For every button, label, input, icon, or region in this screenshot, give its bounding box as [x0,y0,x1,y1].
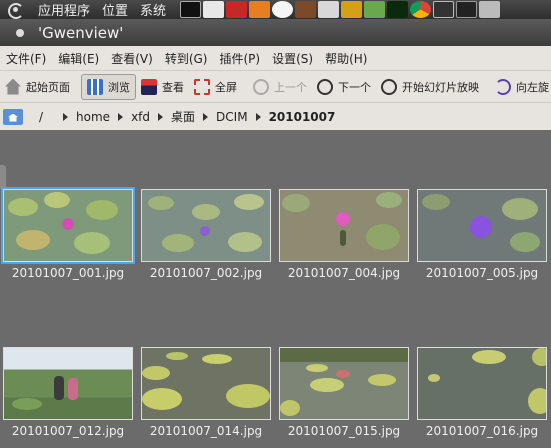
filezilla-launcher-icon[interactable] [226,1,248,18]
previous-icon [253,78,269,95]
home-icon [5,78,21,95]
menubar: 文件(F) 编辑(E) 查看(V) 转到(G) 插件(P) 设置(S) 帮助(H… [0,46,551,70]
next-label: 下一个 [338,80,371,94]
breadcrumb-root[interactable]: / [35,110,47,124]
thumbnail-item[interactable]: 20101007_005.jpg [416,188,548,280]
thumbnail-item[interactable]: 20101007_012.jpg [2,346,134,438]
menu-file[interactable]: 文件(F) [0,50,52,67]
breadcrumb-arrow-icon[interactable] [63,112,69,121]
breadcrumb-home[interactable]: home [72,110,114,124]
breadcrumb-dcim[interactable]: DCIM [212,110,252,124]
thumbnail-filename: 20101007_005.jpg [425,266,539,280]
menu-plugins[interactable]: 插件(P) [213,50,266,67]
breadcrumb-arrow-icon[interactable] [255,112,261,121]
thumbnail-item[interactable]: 20101007_014.jpg [140,346,272,438]
breadcrumb-arrow-icon[interactable] [158,112,164,121]
thumbnail-filename: 20101007_002.jpg [149,266,263,280]
fullscreen-button[interactable]: 全屏 [189,74,242,100]
previous-button[interactable]: 上一个 [248,74,312,100]
breadcrumb-arrow-icon[interactable] [203,112,209,121]
terminal-launcher-icon[interactable] [180,1,202,18]
next-button[interactable]: 下一个 [312,74,376,100]
thumbnail-view[interactable]: 20101007_001.jpg 20101007_002.jpg 201010… [0,130,551,448]
thumbnail-image [1,187,135,264]
thumbnail-image [279,189,409,262]
thumbnail-image [417,189,547,262]
thumbnail-filename: 20101007_012.jpg [11,424,125,438]
ruler-launcher-icon[interactable] [341,1,363,18]
thumbnail-filename: 20101007_014.jpg [149,424,263,438]
thumbnail-item[interactable]: 20101007_016.jpg [416,346,548,438]
cards-game-launcher-icon[interactable] [203,1,225,18]
menu-go[interactable]: 转到(G) [159,50,214,67]
system-menu[interactable]: 系统 [134,0,172,19]
slideshow-button[interactable]: 开始幻灯片放映 [376,74,484,100]
rotate-left-icon [495,78,511,95]
breadcrumb: / home xfd 桌面 DCIM 20101007 [0,102,551,130]
browse-button[interactable]: 浏览 [81,73,136,100]
image-view-icon [141,78,157,95]
media-launcher-icon[interactable] [295,1,317,18]
menu-edit[interactable]: 编辑(E) [52,50,105,67]
rotate-left-button[interactable]: 向左旋 [490,74,551,100]
gnome-top-panel: 应用程序 位置 系统 [0,0,551,19]
menu-settings[interactable]: 设置(S) [266,50,319,67]
start-page-label: 起始页面 [26,80,70,94]
screenshot-launcher-icon[interactable] [479,1,501,18]
thumbnail-image [417,347,547,420]
browse-grid-icon [87,78,103,95]
breadcrumb-arrow-icon[interactable] [118,112,124,121]
next-icon [317,78,333,95]
editor-launcher-icon[interactable] [318,1,340,18]
breadcrumb-desktop[interactable]: 桌面 [167,108,199,125]
thumbnail-filename: 20101007_004.jpg [287,266,401,280]
checkmark-launcher-icon[interactable] [364,1,386,18]
thumbnail-item[interactable]: 20101007_001.jpg [1,187,135,280]
view-button[interactable]: 查看 [136,74,189,100]
gnome-foot-icon[interactable] [6,1,28,19]
thumbnail-item[interactable]: 20101007_002.jpg [140,188,272,280]
applications-menu[interactable]: 应用程序 [32,0,96,19]
thumbnail-image [3,347,133,420]
terminal2-launcher-icon[interactable] [456,1,478,18]
window-title: 'Gwenview' [38,23,124,42]
start-page-button[interactable]: 起始页面 [0,74,75,100]
thumbnail-filename: 20101007_015.jpg [287,424,401,438]
display-launcher-icon[interactable] [433,1,455,18]
thumbnail-item[interactable]: 20101007_004.jpg [278,188,410,280]
thumbnail-image [141,347,271,420]
launcher-tray [180,1,501,18]
places-home-icon[interactable] [3,108,23,125]
fullscreen-label: 全屏 [215,80,237,94]
menu-view[interactable]: 查看(V) [105,50,159,67]
fullscreen-icon [194,78,210,95]
breadcrumb-xfd[interactable]: xfd [127,110,154,124]
rotate-left-label: 向左旋 [516,80,549,94]
chrome-launcher-icon[interactable] [410,1,432,18]
window-menu-icon[interactable] [16,28,24,37]
play-icon [381,78,397,95]
sidebar-toggle-handle[interactable] [0,165,6,189]
view-label: 查看 [162,80,184,94]
thumbnail-image [141,189,271,262]
system-monitor-launcher-icon[interactable] [387,1,409,18]
main-toolbar: 起始页面 浏览 查看 全屏 上一个 下一个 开始幻灯片放映 向左旋 [0,70,551,102]
menu-help[interactable]: 帮助(H) [319,50,373,67]
thumbnail-filename: 20101007_001.jpg [11,266,125,280]
thumbnail-filename: 20101007_016.jpg [425,424,539,438]
thumbnail-item[interactable]: 20101007_015.jpg [278,346,410,438]
slideshow-label: 开始幻灯片放映 [402,80,479,94]
previous-label: 上一个 [274,80,307,94]
breadcrumb-current-folder[interactable]: 20101007 [265,110,340,124]
window-titlebar[interactable]: 'Gwenview' [0,19,551,46]
vlc-launcher-icon[interactable] [249,1,271,18]
thumbnail-image [279,347,409,420]
qq-launcher-icon[interactable] [272,1,294,18]
browse-label: 浏览 [108,80,130,94]
places-menu[interactable]: 位置 [96,0,134,19]
